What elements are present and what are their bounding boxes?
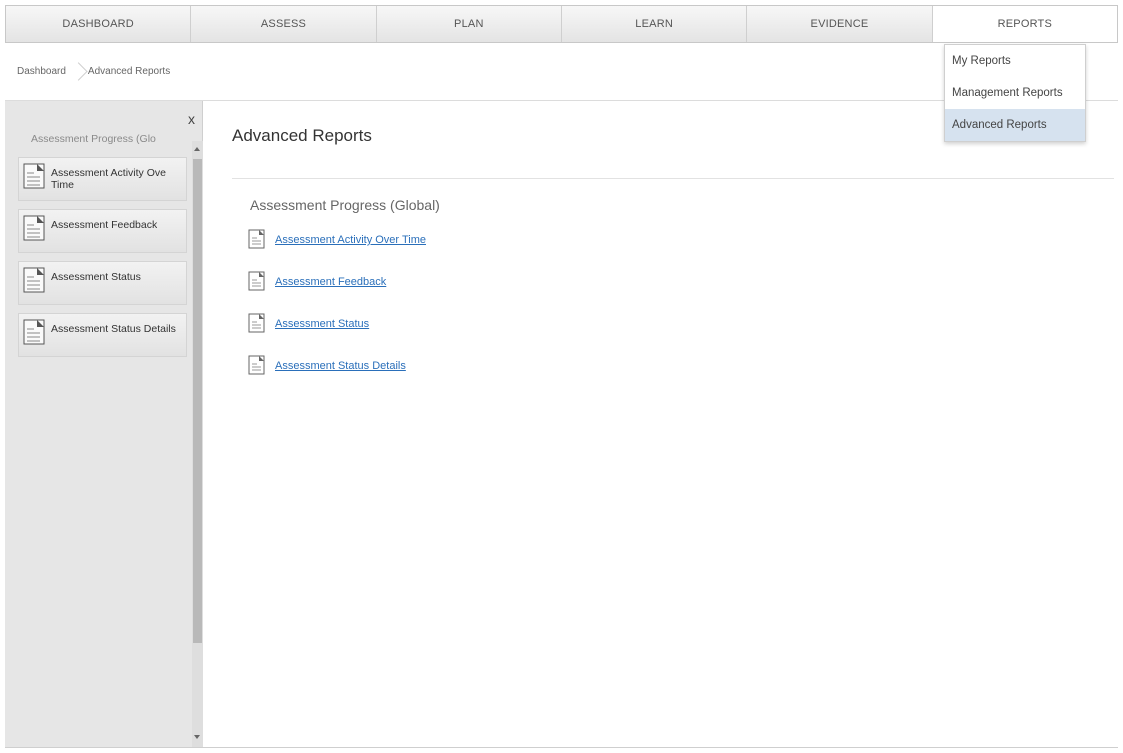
document-icon bbox=[23, 319, 45, 345]
section-title: Assessment Progress (Global) bbox=[250, 197, 440, 213]
breadcrumb-separator-icon bbox=[72, 61, 82, 83]
document-icon bbox=[23, 267, 45, 293]
scroll-down-arrow-icon[interactable] bbox=[194, 735, 200, 739]
sidebar-item-assessment-status-details[interactable]: Assessment Status Details bbox=[18, 313, 187, 357]
sidebar-item-label: Assessment Status Details bbox=[51, 323, 176, 335]
scrollbar-thumb[interactable] bbox=[193, 159, 202, 643]
title-divider bbox=[232, 178, 1114, 179]
list-item: Assessment Activity Over Time bbox=[248, 229, 426, 271]
document-icon bbox=[248, 313, 265, 333]
sidebar-item-assessment-activity[interactable]: Assessment Activity Ove Time bbox=[18, 157, 187, 201]
report-link-feedback[interactable]: Assessment Feedback bbox=[275, 271, 386, 288]
document-icon bbox=[23, 163, 45, 189]
menu-item-management-reports[interactable]: Management Reports bbox=[945, 77, 1085, 109]
sidebar-item-label: Assessment Feedback bbox=[51, 219, 158, 231]
report-link-status-details[interactable]: Assessment Status Details bbox=[275, 355, 406, 372]
tab-reports[interactable]: REPORTS bbox=[932, 6, 1117, 42]
document-icon bbox=[248, 271, 265, 291]
tab-learn[interactable]: LEARN bbox=[562, 6, 748, 42]
sidebar: x Assessment Progress (Glo Assessment Ac… bbox=[5, 101, 203, 747]
reports-dropdown-menu: My Reports Management Reports Advanced R… bbox=[944, 44, 1086, 142]
tab-dashboard[interactable]: DASHBOARD bbox=[6, 6, 192, 42]
breadcrumb-current: Advanced Reports bbox=[87, 66, 171, 77]
bottom-border bbox=[5, 747, 1118, 748]
tab-assess[interactable]: ASSESS bbox=[191, 6, 377, 42]
sidebar-item-assessment-feedback[interactable]: Assessment Feedback bbox=[18, 209, 187, 253]
document-icon bbox=[23, 215, 45, 241]
report-link-list: Assessment Activity Over Time Assessment… bbox=[248, 229, 426, 397]
report-link-status[interactable]: Assessment Status bbox=[275, 313, 369, 330]
scroll-up-arrow-icon[interactable] bbox=[194, 147, 200, 151]
menu-item-advanced-reports[interactable]: Advanced Reports bbox=[945, 109, 1085, 141]
sidebar-group-title: Assessment Progress (Glo bbox=[31, 133, 156, 145]
sidebar-item-label: Assessment Status bbox=[51, 271, 141, 283]
sidebar-item-assessment-status[interactable]: Assessment Status bbox=[18, 261, 187, 305]
tab-plan[interactable]: PLAN bbox=[377, 6, 562, 42]
tab-evidence[interactable]: EVIDENCE bbox=[747, 6, 933, 42]
list-item: Assessment Feedback bbox=[248, 271, 426, 313]
menu-item-my-reports[interactable]: My Reports bbox=[945, 45, 1085, 77]
sidebar-report-list: Assessment Activity Ove Time Assessment … bbox=[18, 157, 187, 365]
page-title: Advanced Reports bbox=[232, 126, 372, 145]
list-item: Assessment Status Details bbox=[248, 355, 426, 397]
sidebar-item-label: Assessment Activity Ove Time bbox=[51, 167, 166, 191]
sidebar-scrollbar[interactable] bbox=[192, 141, 203, 747]
close-sidebar-button[interactable]: x bbox=[188, 111, 195, 127]
report-link-activity-over-time[interactable]: Assessment Activity Over Time bbox=[275, 229, 426, 246]
document-icon bbox=[248, 229, 265, 249]
document-icon bbox=[248, 355, 265, 375]
main-content: Advanced Reports Assessment Progress (Gl… bbox=[203, 101, 1118, 747]
list-item: Assessment Status bbox=[248, 313, 426, 355]
top-navigation: DASHBOARD ASSESS PLAN LEARN EVIDENCE REP… bbox=[5, 5, 1118, 43]
breadcrumb-dashboard[interactable]: Dashboard bbox=[17, 66, 66, 77]
